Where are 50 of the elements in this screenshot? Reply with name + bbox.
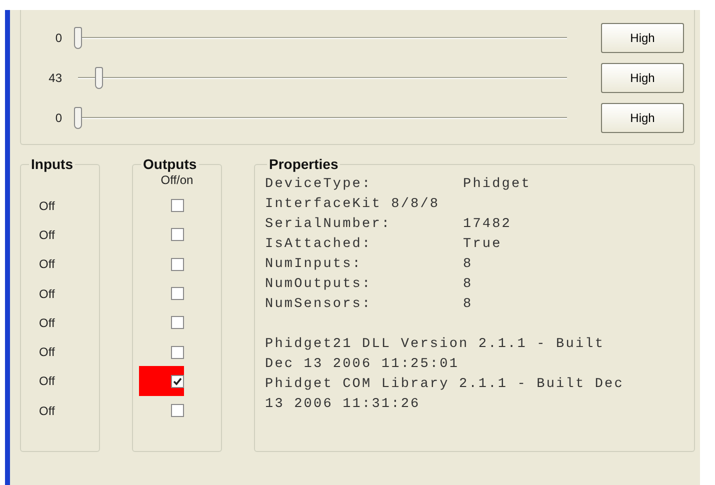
- output-checkbox[interactable]: [171, 316, 184, 330]
- output-checkbox[interactable]: [171, 287, 184, 300]
- output-checkbox[interactable]: [139, 366, 184, 396]
- property-value: 17482: [463, 217, 512, 232]
- property-value: 8: [463, 277, 473, 292]
- output-checkbox[interactable]: [171, 228, 184, 242]
- property-text: Dec 13 2006 11:25:01: [265, 357, 460, 372]
- slider-thumb[interactable]: [74, 27, 82, 49]
- high-button[interactable]: High: [601, 23, 684, 53]
- input-state: Off: [39, 286, 55, 303]
- property-value: 8: [463, 257, 473, 272]
- group-title: Properties: [268, 157, 340, 171]
- group-title: Inputs: [30, 157, 74, 171]
- input-state: Off: [39, 402, 55, 420]
- property-label: IsAttached:: [265, 236, 373, 254]
- property-text: 13 2006 11:31:26: [265, 397, 420, 412]
- property-label: NumSensors:: [265, 296, 373, 314]
- slider-thumb[interactable]: [95, 67, 104, 89]
- slider-track[interactable]: [76, 27, 567, 49]
- column-header: Off/on: [160, 173, 194, 187]
- high-button[interactable]: High: [601, 103, 684, 133]
- output-checkbox[interactable]: [171, 258, 184, 271]
- output-checkbox[interactable]: [171, 404, 184, 418]
- property-label: DeviceType:: [265, 176, 373, 194]
- property-label: NumOutputs:: [265, 276, 373, 294]
- input-state: Off: [39, 226, 55, 244]
- property-value: Phidget: [463, 177, 531, 192]
- check-icon: [173, 376, 182, 386]
- property-value: True: [463, 237, 502, 252]
- input-state: Off: [39, 314, 55, 332]
- output-checkbox[interactable]: [171, 199, 184, 212]
- sensor-value: 0: [54, 110, 63, 127]
- sensor-value: 43: [48, 70, 63, 87]
- property-text: Phidget21 DLL Version 2.1.1 - Built: [265, 337, 605, 352]
- sensor-value: 0: [54, 30, 63, 47]
- property-text: InterfaceKit 8/8/8: [265, 197, 440, 212]
- slider-track[interactable]: [76, 107, 567, 129]
- slider-track[interactable]: [76, 67, 567, 89]
- input-state: Off: [39, 373, 55, 390]
- input-state: Off: [39, 198, 55, 215]
- property-label: NumInputs:: [265, 256, 364, 274]
- input-state: Off: [39, 344, 55, 362]
- property-text: Phidget COM Library 2.1.1 - Built Dec: [265, 377, 624, 392]
- high-button[interactable]: High: [601, 63, 684, 93]
- output-checkbox[interactable]: [171, 346, 184, 359]
- input-state: Off: [39, 256, 55, 274]
- property-label: SerialNumber:: [265, 216, 392, 234]
- property-value: 8: [463, 297, 473, 312]
- group-title: Outputs: [142, 157, 198, 171]
- slider-thumb[interactable]: [74, 107, 82, 129]
